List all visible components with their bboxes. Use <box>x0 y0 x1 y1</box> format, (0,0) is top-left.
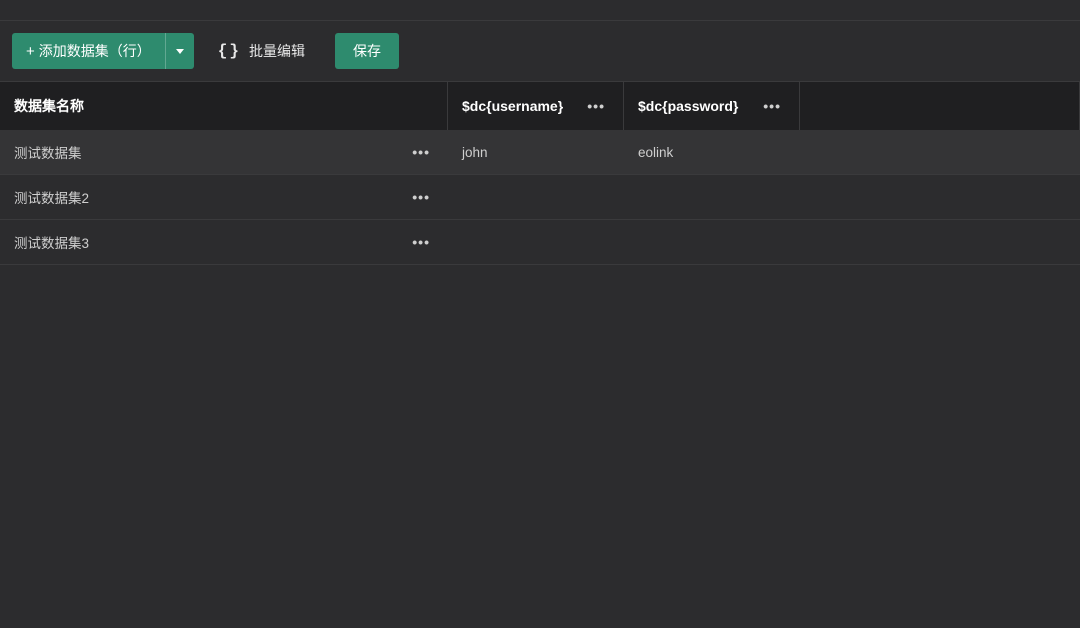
row-more-icon[interactable]: ••• <box>408 234 434 250</box>
cell-spacer <box>800 175 1080 219</box>
batch-edit-label: 批量编辑 <box>249 41 305 61</box>
cell-name[interactable]: 测试数据集3 ••• <box>0 220 448 264</box>
batch-edit-button[interactable]: {} 批量编辑 <box>206 33 317 69</box>
cell-spacer <box>800 130 1080 174</box>
row-more-icon[interactable]: ••• <box>408 144 434 160</box>
username-value: john <box>462 145 488 160</box>
add-dataset-dropdown[interactable] <box>165 33 194 69</box>
table-body: 测试数据集 ••• john eolink 测试数据集2 ••• <box>0 130 1080 265</box>
add-dataset-button[interactable]: + 添加数据集（行） <box>12 33 165 69</box>
row-more-icon[interactable]: ••• <box>408 189 434 205</box>
cell-username[interactable] <box>448 220 624 264</box>
dataset-table: 数据集名称 $dc{username} ••• $dc{password} ••… <box>0 82 1080 265</box>
braces-icon: {} <box>218 42 241 60</box>
header-username-more-icon[interactable]: ••• <box>583 98 609 114</box>
table-row[interactable]: 测试数据集 ••• john eolink <box>0 130 1080 175</box>
header-spacer <box>800 82 1080 130</box>
save-label: 保存 <box>353 43 381 59</box>
header-name-label: 数据集名称 <box>14 96 84 116</box>
table-row[interactable]: 测试数据集2 ••• <box>0 175 1080 220</box>
cell-spacer <box>800 220 1080 264</box>
cell-password[interactable] <box>624 220 800 264</box>
header-name: 数据集名称 <box>0 82 448 130</box>
table-row[interactable]: 测试数据集3 ••• <box>0 220 1080 265</box>
password-value: eolink <box>638 145 673 160</box>
caret-down-icon <box>176 49 184 54</box>
plus-icon: + <box>26 43 35 60</box>
cell-password[interactable] <box>624 175 800 219</box>
table-header-row: 数据集名称 $dc{username} ••• $dc{password} ••… <box>0 82 1080 130</box>
cell-name[interactable]: 测试数据集 ••• <box>0 130 448 174</box>
toolbar: + 添加数据集（行） {} 批量编辑 保存 <box>0 20 1080 82</box>
header-password-label: $dc{password} <box>638 98 738 114</box>
dataset-name: 测试数据集3 <box>14 232 89 252</box>
header-username[interactable]: $dc{username} ••• <box>448 82 624 130</box>
dataset-name: 测试数据集2 <box>14 187 89 207</box>
add-dataset-label: 添加数据集（行） <box>39 41 151 61</box>
header-username-label: $dc{username} <box>462 98 563 114</box>
cell-name[interactable]: 测试数据集2 ••• <box>0 175 448 219</box>
cell-password[interactable]: eolink <box>624 130 800 174</box>
header-password[interactable]: $dc{password} ••• <box>624 82 800 130</box>
cell-username[interactable]: john <box>448 130 624 174</box>
cell-username[interactable] <box>448 175 624 219</box>
save-button[interactable]: 保存 <box>335 33 399 69</box>
dataset-name: 测试数据集 <box>14 142 82 162</box>
add-dataset-button-group: + 添加数据集（行） <box>12 33 194 69</box>
header-password-more-icon[interactable]: ••• <box>759 98 785 114</box>
